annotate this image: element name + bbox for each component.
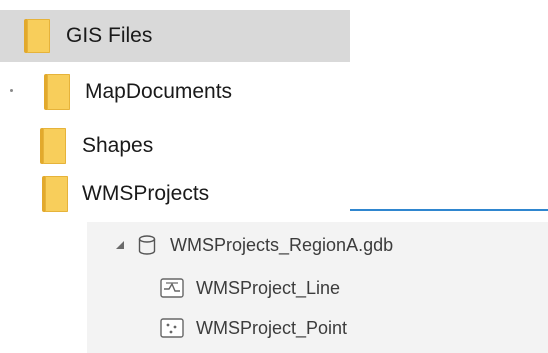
tree-item-line-feature-class[interactable]: WMSProject_Line — [87, 272, 340, 304]
tree-item-mapdocuments[interactable]: MapDocuments — [30, 70, 232, 114]
tree-item-label: MapDocuments — [85, 80, 233, 103]
database-icon — [138, 235, 156, 255]
tree-item-point-feature-class[interactable]: WMSProject_Point — [87, 312, 347, 344]
tree-item-label: WMSProjects_RegionA.gdb — [170, 234, 394, 255]
tree-item-wmsprojects[interactable]: WMSProjects — [30, 172, 209, 216]
folder-icon — [24, 19, 50, 53]
tree-expander-dot[interactable] — [10, 89, 13, 92]
point-feature-class-icon — [160, 318, 184, 338]
tree-item-label: GIS Files — [66, 24, 153, 47]
line-feature-class-icon — [160, 278, 184, 298]
folder-icon — [40, 128, 66, 164]
accent-underline — [350, 209, 548, 211]
tree-item-shapes[interactable]: Shapes — [30, 124, 153, 168]
tree-item-geodatabase[interactable]: WMSProjects_RegionA.gdb — [87, 228, 393, 262]
expand-triangle-icon[interactable] — [114, 239, 126, 251]
folder-icon — [42, 176, 68, 212]
folder-icon — [44, 74, 70, 110]
tree-item-gis-files[interactable]: GIS Files — [0, 10, 350, 62]
catalog-subpanel: WMSProjects_RegionA.gdb WMSProject_Line … — [87, 222, 548, 353]
tree-item-label: Shapes — [82, 134, 154, 157]
tree-item-label: WMSProject_Point — [196, 317, 348, 338]
tree-item-label: WMSProjects — [82, 182, 210, 205]
tree-item-label: WMSProject_Line — [196, 277, 341, 298]
